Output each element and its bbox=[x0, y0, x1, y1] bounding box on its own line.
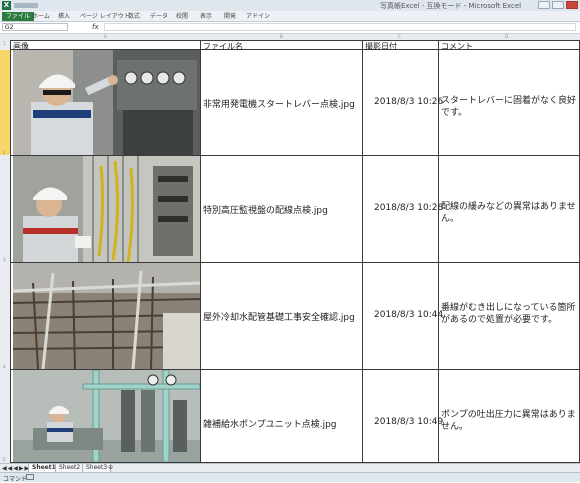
maximize-button[interactable] bbox=[552, 1, 564, 9]
window-controls bbox=[538, 1, 578, 9]
column-header-a[interactable]: A bbox=[104, 34, 107, 39]
filename-cell-4[interactable]: 雑補給水ポンプユニット点検.jpg bbox=[203, 417, 337, 430]
filename-cell-1[interactable]: 非常用発電機スタートレバー点検.jpg bbox=[203, 97, 355, 110]
excel-app-icon[interactable]: X bbox=[2, 1, 11, 10]
tab-developer[interactable]: 開発 bbox=[224, 12, 236, 21]
date-cell-2[interactable]: 2018/8/3 10:28 bbox=[374, 203, 443, 213]
date-cell-4[interactable]: 2018/8/3 10:49 bbox=[374, 417, 443, 427]
tab-data[interactable]: データ bbox=[150, 12, 168, 21]
date-cell-1[interactable]: 2018/8/3 10:26 bbox=[374, 97, 443, 107]
row-header-4[interactable]: 4 bbox=[3, 364, 6, 369]
ribbon-tabs: ファイル ホーム 挿入 ページ レイアウト 数式 データ 校閲 表示 開発 アド… bbox=[0, 11, 580, 22]
status-mode: コマンド bbox=[3, 476, 28, 483]
tab-home[interactable]: ホーム bbox=[32, 12, 50, 21]
row-header-3[interactable]: 3 bbox=[3, 257, 6, 262]
row-header-5[interactable]: 5 bbox=[3, 457, 6, 462]
comment-cell-2[interactable]: 配線の緩みなどの異常はありません。 bbox=[441, 201, 577, 225]
formula-input[interactable] bbox=[104, 23, 576, 31]
window-title: 写真帳Excel - 互換モード - Microsoft Excel bbox=[380, 2, 522, 10]
comment-cell-1[interactable]: スタートレバーに固着がなく良好です。 bbox=[441, 95, 577, 119]
spreadsheet-grid[interactable]: 画像 ファイル名 撮影日付 コメント 非常用発電機スタートレバー点検.jpg 2… bbox=[10, 40, 580, 463]
column-header-d[interactable]: D bbox=[505, 34, 508, 39]
comment-cell-3[interactable]: 番線がむき出しになっている箇所があるので処置が必要です。 bbox=[441, 302, 577, 326]
formula-bar: G2 fx bbox=[0, 22, 580, 34]
sheet-nav-arrows[interactable]: ◀◀◀▶▶ bbox=[2, 465, 30, 472]
new-sheet-icon[interactable]: ⊕ bbox=[108, 464, 113, 472]
column-header-c[interactable]: C bbox=[398, 34, 401, 39]
tab-insert[interactable]: 挿入 bbox=[58, 12, 70, 21]
filename-cell-3[interactable]: 屋外冷却水配管基礎工事安全確認.jpg bbox=[203, 310, 355, 323]
generator-inspection-photo[interactable] bbox=[13, 50, 200, 155]
filename-cell-2[interactable]: 特別高圧監視盤の配線点検.jpg bbox=[203, 203, 328, 216]
tab-view[interactable]: 表示 bbox=[200, 12, 212, 21]
comment-cell-4[interactable]: ポンプの吐出圧力に異常はありません。 bbox=[441, 409, 577, 433]
selected-row-highlight bbox=[0, 50, 10, 155]
close-button[interactable] bbox=[566, 1, 578, 9]
minimize-button[interactable] bbox=[538, 1, 550, 9]
panel-wiring-photo[interactable] bbox=[13, 156, 200, 262]
tab-addins[interactable]: アドイン bbox=[246, 12, 270, 21]
column-header-b[interactable]: B bbox=[280, 34, 283, 39]
row-header-2[interactable]: 2 bbox=[3, 150, 6, 155]
tab-page-layout[interactable]: ページ レイアウト bbox=[80, 12, 130, 21]
row-header-1[interactable]: 1 bbox=[3, 41, 6, 46]
title-bar: X 写真帳Excel - 互換モード - Microsoft Excel bbox=[0, 0, 580, 11]
pump-unit-photo[interactable] bbox=[13, 370, 200, 462]
tab-formulas[interactable]: 数式 bbox=[128, 12, 140, 21]
rebar-foundation-photo[interactable] bbox=[13, 263, 200, 369]
header-date[interactable]: 撮影日付 bbox=[365, 41, 397, 52]
name-box[interactable]: G2 bbox=[2, 23, 68, 31]
fx-icon[interactable]: fx bbox=[92, 23, 99, 31]
tab-file[interactable]: ファイル bbox=[2, 12, 35, 21]
header-comment[interactable]: コメント bbox=[441, 41, 473, 52]
date-cell-3[interactable]: 2018/8/3 10:44 bbox=[374, 310, 443, 320]
header-filename[interactable]: ファイル名 bbox=[203, 41, 243, 52]
macro-record-icon[interactable] bbox=[26, 474, 34, 480]
tab-review[interactable]: 校閲 bbox=[176, 12, 188, 21]
quick-access-toolbar[interactable] bbox=[14, 3, 38, 8]
